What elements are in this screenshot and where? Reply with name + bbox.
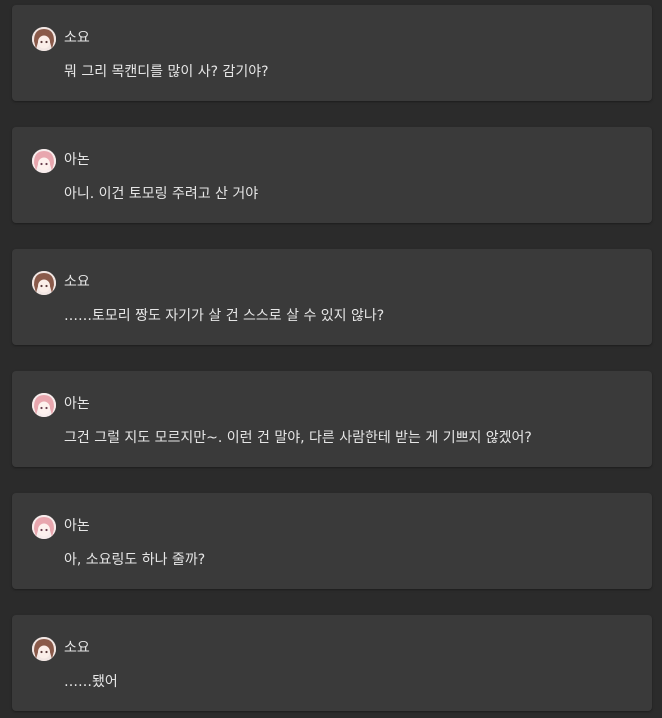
message-text: ……토모리 짱도 자기가 살 건 스스로 살 수 있지 않나?: [64, 308, 385, 324]
speaker-name: 아논: [64, 396, 90, 412]
message-card: 아논 그건 그럴 지도 모르지만~. 이런 건 말야, 다른 사람한테 받는 게…: [12, 371, 652, 467]
message-card: 소요 뭐 그리 목캔디를 많이 사? 감기야?: [12, 5, 652, 101]
speaker-name: 소요: [64, 274, 90, 290]
message-card: 소요 ……토모리 짱도 자기가 살 건 스스로 살 수 있지 않나?: [12, 249, 652, 345]
speaker-name: 아논: [64, 518, 90, 534]
character-portrait-icon: [32, 271, 56, 295]
speaker-name: 소요: [64, 640, 90, 656]
avatar: [32, 149, 56, 173]
message-text: 아니. 이건 토모링 주려고 산 거야: [64, 186, 259, 202]
message-card: 아논 아니. 이건 토모링 주려고 산 거야: [12, 127, 652, 223]
message-text: 그건 그럴 지도 모르지만~. 이런 건 말야, 다른 사람한테 받는 게 기쁘…: [64, 430, 532, 446]
message-text: 뭐 그리 목캔디를 많이 사? 감기야?: [64, 64, 269, 80]
speaker-name: 소요: [64, 30, 90, 46]
character-portrait-icon: [32, 637, 56, 661]
chat-log: 소요 뭐 그리 목캔디를 많이 사? 감기야? 아논 아니. 이건 토모링 주려…: [0, 0, 662, 718]
character-portrait-icon: [32, 149, 56, 173]
avatar: [32, 515, 56, 539]
message-card: 아논 아, 소요링도 하나 줄까?: [12, 493, 652, 589]
message-text: 아, 소요링도 하나 줄까?: [64, 552, 206, 568]
character-portrait-icon: [32, 515, 56, 539]
character-portrait-icon: [32, 393, 56, 417]
speaker-name: 아논: [64, 152, 90, 168]
character-portrait-icon: [32, 27, 56, 51]
message-card: 소요 ……됐어: [12, 615, 652, 711]
avatar: [32, 393, 56, 417]
avatar: [32, 27, 56, 51]
avatar: [32, 637, 56, 661]
avatar: [32, 271, 56, 295]
message-text: ……됐어: [64, 674, 118, 690]
